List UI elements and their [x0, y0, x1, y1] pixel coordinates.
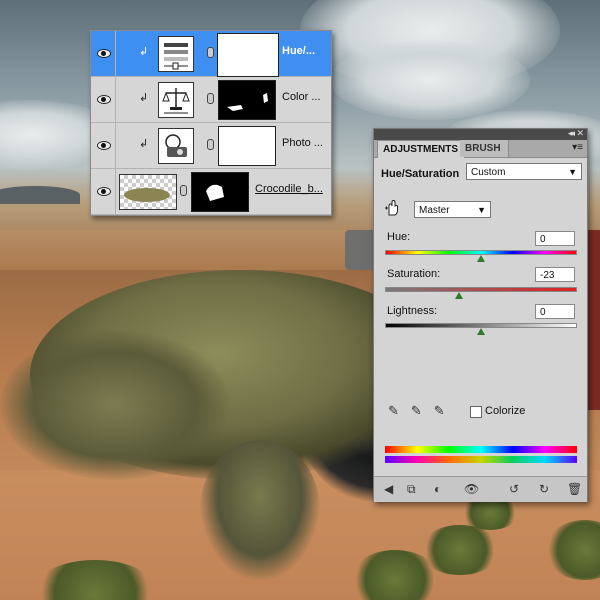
hue-input[interactable]: 0: [535, 231, 575, 246]
crocodile-leg: [200, 440, 320, 580]
channel-dropdown[interactable]: Master ▼: [414, 201, 491, 218]
distant-hill: [0, 186, 80, 204]
layer-name[interactable]: Crocodile_b...: [255, 183, 329, 195]
panel-title-bar[interactable]: ◂◂ ✕: [374, 128, 587, 140]
color-balance-adjustment-icon: [158, 82, 194, 118]
clipping-arrow-icon: ↲: [139, 138, 149, 150]
adjustment-title: Hue/Saturation: [381, 168, 460, 180]
eye-icon: [97, 95, 111, 104]
tab-adjustments[interactable]: ADJUSTMENTS: [377, 140, 465, 158]
tab-brush[interactable]: BRUSH: [460, 140, 509, 157]
hue-slider-thumb[interactable]: [477, 255, 485, 262]
chevron-down-icon: ▼: [568, 167, 577, 177]
layer-mask-thumbnail[interactable]: [218, 80, 276, 120]
eyedropper-icon[interactable]: ✎✎✎: [388, 403, 457, 419]
preset-value: Custom: [471, 167, 506, 178]
layer-row-hue-saturation[interactable]: ↲ Hue/...: [91, 31, 331, 77]
crocodile-head: [0, 330, 230, 480]
visibility-toggle[interactable]: [91, 169, 116, 214]
colorize-label: Colorize: [485, 405, 526, 417]
layer-mask-thumbnail[interactable]: [217, 33, 279, 77]
lightness-input[interactable]: 0: [535, 304, 575, 319]
link-icon[interactable]: [207, 139, 214, 150]
hue-label: Hue:: [387, 231, 411, 243]
layer-row-color-balance[interactable]: ↲ Color ...: [91, 77, 331, 123]
reset-icon[interactable]: ↻: [539, 482, 549, 496]
previous-state-icon[interactable]: ↺: [509, 482, 519, 496]
visibility-toggle[interactable]: [91, 77, 116, 122]
link-icon[interactable]: [180, 185, 187, 196]
expanded-view-icon[interactable]: ⧉: [407, 482, 416, 497]
layer-row-crocodile[interactable]: Crocodile_b...: [91, 169, 331, 215]
layer-mask-thumbnail[interactable]: [218, 126, 276, 166]
clip-to-layer-icon[interactable]: ◐: [434, 482, 441, 496]
colorize-checkbox[interactable]: [470, 406, 482, 418]
lightness-slider-thumb[interactable]: [477, 328, 485, 335]
hue-saturation-adjustment-icon: [158, 36, 194, 72]
photo-filter-adjustment-icon: [158, 128, 194, 164]
layers-panel: ↲ Hue/... ↲ Color ... ↲ Photo ... Crocod…: [90, 30, 332, 216]
layer-name[interactable]: Color ...: [282, 91, 328, 103]
targeted-adjustment-hand-icon[interactable]: [384, 199, 402, 220]
link-icon[interactable]: [207, 47, 214, 58]
link-icon[interactable]: [207, 93, 214, 104]
collapse-panel-icon[interactable]: ◂◂: [568, 128, 575, 139]
visibility-toggle[interactable]: [91, 123, 116, 168]
eye-icon: [97, 187, 111, 196]
saturation-slider-track[interactable]: [385, 287, 577, 292]
close-panel-icon[interactable]: ✕: [576, 128, 584, 139]
eye-icon: [97, 141, 111, 150]
eye-icon: [97, 49, 111, 58]
clipping-arrow-icon: ↲: [139, 46, 149, 58]
clipping-arrow-icon: ↲: [139, 92, 149, 104]
eye-icon[interactable]: 👁: [464, 482, 479, 496]
saturation-slider-thumb[interactable]: [454, 292, 463, 299]
layer-name[interactable]: Hue/...: [282, 45, 328, 57]
trash-icon[interactable]: 🗑: [567, 482, 582, 496]
layer-row-photo-filter[interactable]: ↲ Photo ...: [91, 123, 331, 169]
panel-footer: ◀ ⧉ ◐ 👁 ↺ ↻ 🗑: [374, 476, 587, 502]
back-arrow-icon[interactable]: ◀: [384, 482, 393, 496]
visibility-toggle[interactable]: [91, 31, 116, 76]
saturation-label: Saturation:: [387, 268, 441, 280]
adjustments-panel: ◂◂ ✕ ADJUSTMENTS BRUSH ▾≡ Hue/Saturation…: [373, 128, 588, 502]
panel-tabs: ADJUSTMENTS BRUSH ▾≡: [374, 140, 587, 158]
panel-menu-icon[interactable]: ▾≡: [572, 142, 583, 153]
chevron-down-icon: ▼: [477, 205, 486, 215]
cloud: [330, 40, 530, 120]
desert-bush: [420, 525, 500, 575]
input-hue-bar: [385, 446, 577, 453]
saturation-input[interactable]: -23: [535, 267, 575, 282]
preset-dropdown[interactable]: Custom ▼: [466, 163, 582, 180]
layer-name[interactable]: Photo ...: [282, 137, 328, 149]
crocodile-thumbnail[interactable]: [119, 174, 177, 210]
lightness-label: Lightness:: [387, 305, 438, 317]
channel-value: Master: [419, 205, 450, 216]
layer-mask-thumbnail[interactable]: [191, 172, 249, 212]
output-hue-bar: [385, 456, 577, 463]
